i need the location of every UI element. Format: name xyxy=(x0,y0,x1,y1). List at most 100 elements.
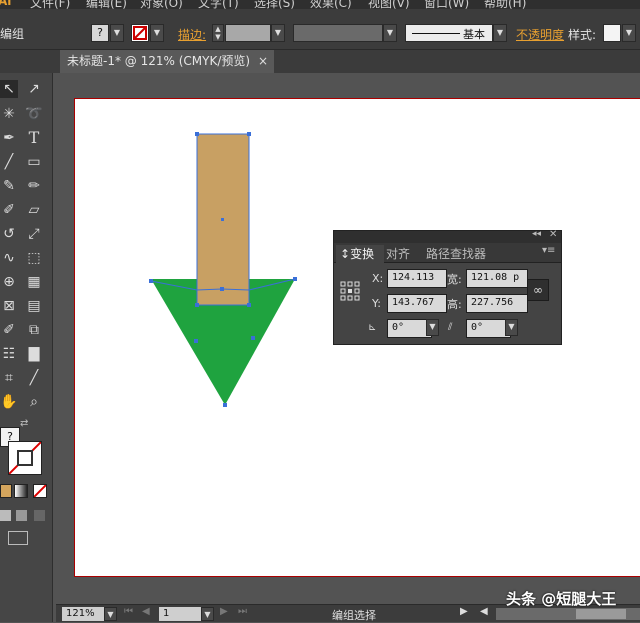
document-tab-title: 未标题-1* @ 121% (CMYK/预览) xyxy=(67,54,251,68)
constrain-proportions-link-icon[interactable]: ∞ xyxy=(527,279,549,301)
rotate-icon[interactable]: ↺ xyxy=(0,225,18,243)
pencil-icon[interactable]: ✏ xyxy=(25,177,43,195)
next-page-icon[interactable]: ▶ xyxy=(220,606,228,617)
variable-width-profile[interactable] xyxy=(293,24,383,42)
app-logo: Ai xyxy=(0,0,12,8)
mesh-icon[interactable]: ⊠ xyxy=(0,297,18,315)
draw-behind-icon[interactable] xyxy=(16,510,27,521)
fill-swatch[interactable]: ? xyxy=(91,24,109,42)
document-tab[interactable]: 未标题-1* @ 121% (CMYK/预览) × xyxy=(60,50,274,73)
stroke-label[interactable]: 描边: xyxy=(178,26,206,43)
line-icon[interactable]: ╱ xyxy=(0,153,18,171)
swap-fill-stroke-icon[interactable]: ⇄ xyxy=(20,418,34,430)
reference-point-icon[interactable] xyxy=(340,281,360,301)
collapse-panel-icon[interactable]: ◂◂ xyxy=(532,229,541,239)
pen-icon[interactable]: ✒ xyxy=(0,129,18,147)
blend-icon[interactable]: ⧉ xyxy=(25,321,43,339)
prev-page-icon[interactable]: ◀ xyxy=(142,606,150,617)
width-input[interactable]: 121.08 p xyxy=(466,269,528,288)
hand-icon[interactable]: ✋ xyxy=(0,393,18,411)
status-menu-arrow-icon[interactable]: ▶ xyxy=(460,606,468,617)
gradient-icon[interactable]: ▤ xyxy=(25,297,43,315)
panel-menu-icon[interactable]: ▾≡ xyxy=(542,245,555,256)
stroke-weight-input[interactable] xyxy=(225,24,271,42)
menu-edit[interactable]: 编辑(E) xyxy=(86,0,127,9)
brush-stroke-preview xyxy=(412,33,460,34)
horizontal-scrollbar[interactable] xyxy=(496,608,640,620)
stroke-weight-stepper[interactable]: ▲ ▼ xyxy=(212,24,224,42)
stroke-swatch[interactable] xyxy=(131,24,149,42)
symbol-sprayer-icon[interactable]: ☷ xyxy=(0,345,18,363)
artboard-icon[interactable]: ⌗ xyxy=(0,369,18,387)
brush-definition[interactable]: 基本 xyxy=(405,24,493,42)
selection-icon[interactable]: ↖ xyxy=(0,80,18,98)
panel-title-bar[interactable]: ◂◂ ✕ xyxy=(334,229,561,243)
shape-builder-icon[interactable]: ⊕ xyxy=(0,273,18,291)
close-panel-icon[interactable]: ✕ xyxy=(549,229,557,240)
magic-wand-icon[interactable]: ✳ xyxy=(0,105,18,123)
tab-transform[interactable]: ↕变换 xyxy=(336,245,384,263)
menu-select[interactable]: 选择(S) xyxy=(254,0,295,9)
graphic-style-dropdown[interactable]: ▼ xyxy=(622,24,636,42)
blob-brush-icon[interactable]: ✐ xyxy=(0,201,18,219)
color-mode-button[interactable] xyxy=(0,484,12,498)
menu-help[interactable]: 帮助(H) xyxy=(484,0,526,9)
tab-pathfinder[interactable]: 路径查找器 xyxy=(426,245,486,263)
zoom-icon[interactable]: ⌕ xyxy=(25,393,43,411)
lasso-icon[interactable]: ➰ xyxy=(25,105,43,123)
direct-selection-icon[interactable]: ↗ xyxy=(25,80,43,98)
first-page-icon[interactable]: ⏮ xyxy=(124,606,133,617)
close-tab-icon[interactable]: × xyxy=(258,50,268,72)
none-mode-button[interactable] xyxy=(33,484,47,498)
gradient-mode-button[interactable] xyxy=(14,484,28,498)
eraser-icon[interactable]: ▱ xyxy=(25,201,43,219)
menu-effect[interactable]: 效果(C) xyxy=(310,0,352,9)
free-transform-icon[interactable]: ⬚ xyxy=(25,249,43,267)
fill-dropdown-arrow[interactable]: ▼ xyxy=(110,24,124,42)
page-dropdown[interactable]: ▼ xyxy=(201,607,214,621)
perspective-icon[interactable]: ▦ xyxy=(25,273,43,291)
menu-type[interactable]: 文字(T) xyxy=(198,0,239,9)
screen-mode-icon[interactable] xyxy=(8,531,28,545)
menu-window[interactable]: 窗口(W) xyxy=(424,0,469,9)
graph-icon[interactable]: ▇ xyxy=(25,345,43,363)
slice-icon[interactable]: ╱ xyxy=(25,369,43,387)
tab-align-label: 对齐 xyxy=(386,247,411,261)
stroke-weight-dropdown[interactable]: ▼ xyxy=(271,24,285,42)
x-input[interactable]: 124.113 xyxy=(387,269,447,288)
scrollbar-thumb[interactable] xyxy=(576,609,626,619)
tab-align[interactable]: 对齐 xyxy=(386,245,410,263)
type-icon[interactable]: T xyxy=(25,129,43,147)
rectangle-icon[interactable]: ▭ xyxy=(25,153,43,171)
menu-object[interactable]: 对象(O) xyxy=(140,0,183,9)
stroke-box[interactable] xyxy=(8,441,42,475)
anchor-point xyxy=(247,303,251,307)
eyedropper-icon[interactable]: ✐ xyxy=(0,321,18,339)
stroke-dropdown-arrow[interactable]: ▼ xyxy=(150,24,164,42)
height-input[interactable]: 227.756 xyxy=(466,294,528,313)
zoom-field[interactable]: 121% xyxy=(62,607,108,621)
menu-view[interactable]: 视图(V) xyxy=(368,0,410,9)
last-page-icon[interactable]: ⏭ xyxy=(238,606,247,617)
width-label: 宽: xyxy=(447,273,462,286)
paintbrush-icon[interactable]: ✎ xyxy=(0,177,18,195)
anchor-point xyxy=(149,279,153,283)
draw-inside-icon[interactable] xyxy=(34,510,45,521)
scale-icon[interactable]: ⤢ xyxy=(25,225,43,243)
shear-angle-icon: ⫽ xyxy=(448,322,453,333)
page-field[interactable]: 1 xyxy=(159,607,205,621)
opacity-label[interactable]: 不透明度 xyxy=(516,26,564,43)
brush-dropdown[interactable]: ▼ xyxy=(493,24,507,42)
y-input[interactable]: 143.767 xyxy=(387,294,447,313)
variable-width-dropdown[interactable]: ▼ xyxy=(383,24,397,42)
draw-normal-icon[interactable] xyxy=(0,510,11,521)
zoom-dropdown[interactable]: ▼ xyxy=(104,607,117,621)
menu-file[interactable]: 文件(F) xyxy=(30,0,70,9)
watermark-text: 头条 @短腿大王 xyxy=(506,590,617,608)
graphic-style-swatch[interactable] xyxy=(603,24,621,42)
rotate-dropdown[interactable]: ▼ xyxy=(426,319,439,336)
shear-dropdown[interactable]: ▼ xyxy=(505,319,518,336)
scroll-left-icon[interactable]: ◀ xyxy=(480,606,488,617)
tab-transform-label: 变换 xyxy=(350,247,375,261)
warp-icon[interactable]: ∿ xyxy=(0,249,18,267)
